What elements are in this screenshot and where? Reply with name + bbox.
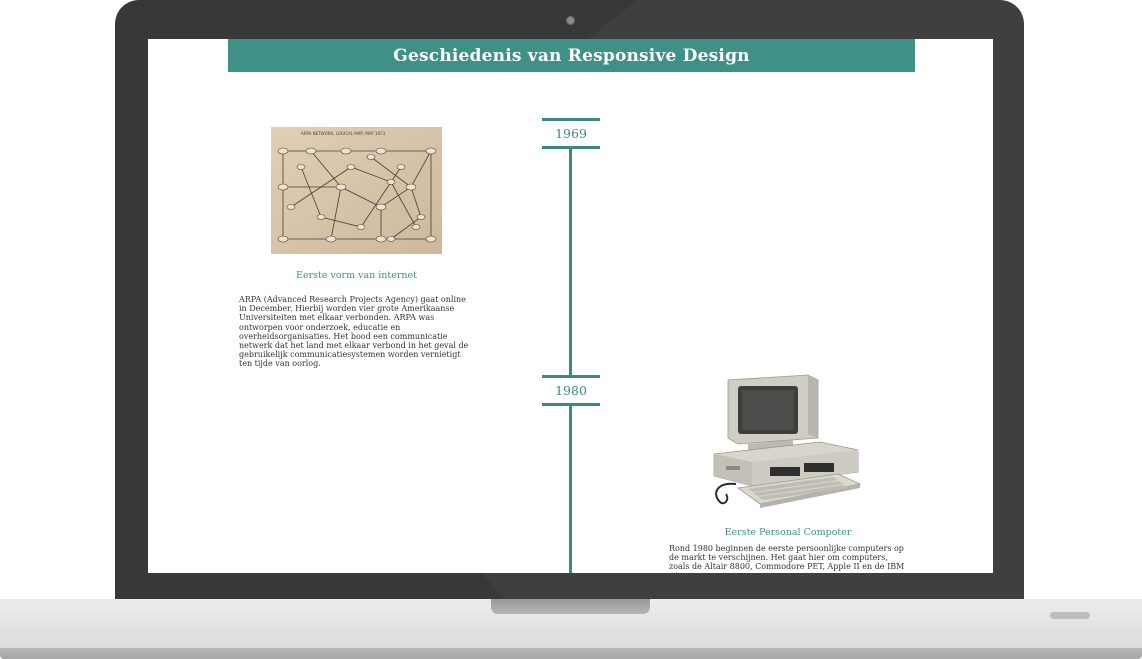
entry-title-1980: Eerste Personal Compoter bbox=[724, 527, 852, 538]
entry-title-1969: Eerste vorm van internet bbox=[296, 270, 417, 281]
timeline-line bbox=[569, 149, 572, 573]
laptop-screen: Geschiedenis van Responsive Design 1969 … bbox=[148, 39, 993, 573]
laptop-side-slot bbox=[1050, 612, 1090, 619]
entry-text-1980: Rond 1980 beginnen de eerste persoonlijk… bbox=[669, 544, 905, 573]
webcam-icon bbox=[566, 16, 575, 25]
page-title: Geschiedenis van Responsive Design bbox=[393, 45, 750, 66]
entry-text-1969: ARPA (Advanced Research Projects Agency)… bbox=[239, 295, 469, 369]
year-label: 1969 bbox=[555, 126, 587, 141]
personal-computer-drawing bbox=[713, 374, 862, 508]
arpanet-map-drawing: ARPA NETWORK, LOGICAL MAP, MAY 1973 bbox=[271, 127, 442, 254]
year-marker-1980: 1980 bbox=[542, 375, 600, 406]
laptop-base-edge bbox=[0, 648, 1142, 659]
page-header: Geschiedenis van Responsive Design bbox=[228, 39, 915, 72]
personal-computer-image bbox=[708, 372, 868, 520]
map-caption: ARPA NETWORK, LOGICAL MAP, MAY 1973 bbox=[301, 131, 386, 136]
year-marker-1969: 1969 bbox=[542, 118, 600, 149]
laptop-hinge-notch bbox=[491, 599, 650, 614]
arpanet-map-image: ARPA NETWORK, LOGICAL MAP, MAY 1973 bbox=[271, 127, 442, 254]
year-label: 1980 bbox=[555, 383, 587, 398]
